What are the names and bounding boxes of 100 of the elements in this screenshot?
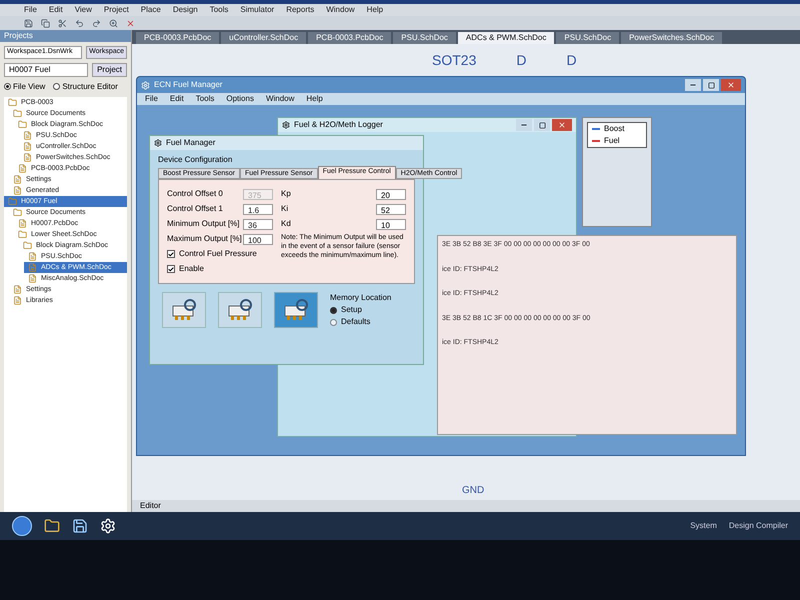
document-icon xyxy=(13,296,22,304)
field-label: Control Offset 1 xyxy=(167,203,224,215)
document-icon xyxy=(28,274,37,282)
document-icon xyxy=(18,164,27,172)
input-field[interactable]: 10 xyxy=(376,218,406,230)
maximize-button[interactable] xyxy=(703,79,719,91)
input-field[interactable]: 20 xyxy=(376,188,406,200)
radio-button[interactable] xyxy=(4,83,11,90)
maximize-button[interactable] xyxy=(534,119,550,131)
document-icon xyxy=(23,142,32,150)
save-icon[interactable] xyxy=(24,18,33,28)
document-icon xyxy=(23,130,32,140)
folder-icon xyxy=(18,120,27,128)
menu-item[interactable]: Project xyxy=(104,4,129,16)
close-icon xyxy=(558,121,566,129)
document-tab[interactable]: PCB-0003.PcbDoc xyxy=(136,32,220,44)
group-label: Memory Location xyxy=(330,292,392,304)
menu-item[interactable]: Edit xyxy=(48,4,63,16)
close-icon[interactable] xyxy=(126,18,135,28)
radio-label: Setup xyxy=(341,304,362,316)
menu-item[interactable]: Design xyxy=(172,4,198,16)
field-label: Control Offset 0 xyxy=(167,188,224,200)
minimize-button[interactable] xyxy=(685,79,701,91)
folder-icon xyxy=(18,230,27,238)
document-tab[interactable]: PowerSwitches.SchDoc xyxy=(621,32,722,44)
folder-icon[interactable] xyxy=(44,518,60,534)
field-label: Ki xyxy=(281,203,288,215)
redo-icon[interactable] xyxy=(92,18,101,28)
close-icon xyxy=(727,81,735,89)
field-label: Kd xyxy=(281,218,291,230)
document-icon xyxy=(13,284,22,294)
document-tab[interactable]: PCB-0003.PcbDoc xyxy=(308,32,392,44)
folder-icon xyxy=(23,240,32,250)
document-tab[interactable]: PSU.SchDoc xyxy=(556,32,620,44)
input-field[interactable]: 100 xyxy=(243,234,273,244)
schematic-label: SOT23 xyxy=(432,51,476,70)
menu-item[interactable]: Place xyxy=(140,4,161,16)
document-icon xyxy=(13,186,22,194)
view-option-label: File View xyxy=(13,80,46,92)
project-field[interactable]: H0007 Fuel xyxy=(4,62,88,76)
menu-item[interactable]: Reports xyxy=(286,4,314,16)
menu-item[interactable]: Tools xyxy=(196,93,214,105)
panel-title: Projects xyxy=(0,30,131,42)
menu-item[interactable]: Options xyxy=(226,93,254,105)
checkbox-label: Enable xyxy=(179,263,204,275)
zoom-icon[interactable] xyxy=(109,18,118,28)
checkbox[interactable] xyxy=(167,250,175,258)
field-label: Maximum Output [%] xyxy=(167,233,239,245)
view-option-label: Structure Editor xyxy=(62,80,118,92)
menu-item[interactable]: Help xyxy=(366,4,384,16)
folder-icon xyxy=(13,108,22,118)
status-bar-item[interactable]: Design Compiler xyxy=(728,520,788,532)
maximize-icon xyxy=(538,122,546,128)
menu-item[interactable]: Window xyxy=(326,4,355,16)
menu-item[interactable]: File xyxy=(24,4,37,16)
gear-icon[interactable] xyxy=(100,518,116,534)
minimize-button[interactable] xyxy=(516,119,532,131)
maximize-icon xyxy=(708,82,714,88)
radio-button[interactable] xyxy=(330,318,337,326)
undo-icon[interactable] xyxy=(75,18,84,28)
document-tab[interactable]: PSU.SchDoc xyxy=(393,32,456,44)
window-title: Fuel & H2O/Meth Logger xyxy=(294,119,383,131)
legend-label: Fuel xyxy=(604,135,620,147)
document-icon xyxy=(28,252,37,260)
status-bar-item[interactable]: System xyxy=(690,520,717,532)
document-icon xyxy=(18,218,27,228)
input-field[interactable]: 36 xyxy=(243,218,273,230)
radio-button[interactable] xyxy=(53,83,60,90)
menu-item[interactable]: Simulator xyxy=(240,4,274,16)
checkbox[interactable] xyxy=(167,265,175,273)
input-field[interactable]: 52 xyxy=(376,204,406,214)
menu-item[interactable]: Window xyxy=(266,93,294,105)
menu-item[interactable]: Help xyxy=(306,93,323,105)
field-label: Kp xyxy=(281,188,291,200)
radio-label: Defaults xyxy=(341,316,370,328)
menu-item[interactable]: Tools xyxy=(210,4,228,16)
document-icon xyxy=(13,174,22,184)
folder-icon xyxy=(13,208,22,216)
project-button[interactable]: Project xyxy=(92,62,127,76)
legend-label: Boost xyxy=(604,123,624,135)
document-icon xyxy=(23,152,32,162)
group-label: Device Configuration xyxy=(157,154,234,166)
field-label: Minimum Output [%] xyxy=(167,218,239,230)
window-title: Fuel Manager xyxy=(166,137,216,149)
input-field[interactable]: 1.6 xyxy=(243,204,273,214)
window-title: ECN Fuel Manager xyxy=(154,79,222,91)
folder-icon xyxy=(8,98,17,106)
editor-label: Editor xyxy=(140,500,161,512)
copy-icon[interactable] xyxy=(41,18,50,28)
menu-item[interactable]: View xyxy=(74,4,92,16)
menu-item[interactable]: File xyxy=(145,93,158,105)
start-button[interactable] xyxy=(12,516,32,536)
cut-icon[interactable] xyxy=(58,18,67,28)
schematic-label: GND xyxy=(462,484,484,498)
chip-button[interactable] xyxy=(162,292,206,328)
document-tab[interactable]: uController.SchDoc xyxy=(221,32,306,44)
checkbox-label: Control Fuel Pressure xyxy=(179,248,257,260)
menu-item[interactable]: Edit xyxy=(170,93,184,105)
document-tab[interactable]: ADCs & PWM.SchDoc xyxy=(458,32,554,44)
radio-button[interactable] xyxy=(330,306,337,314)
